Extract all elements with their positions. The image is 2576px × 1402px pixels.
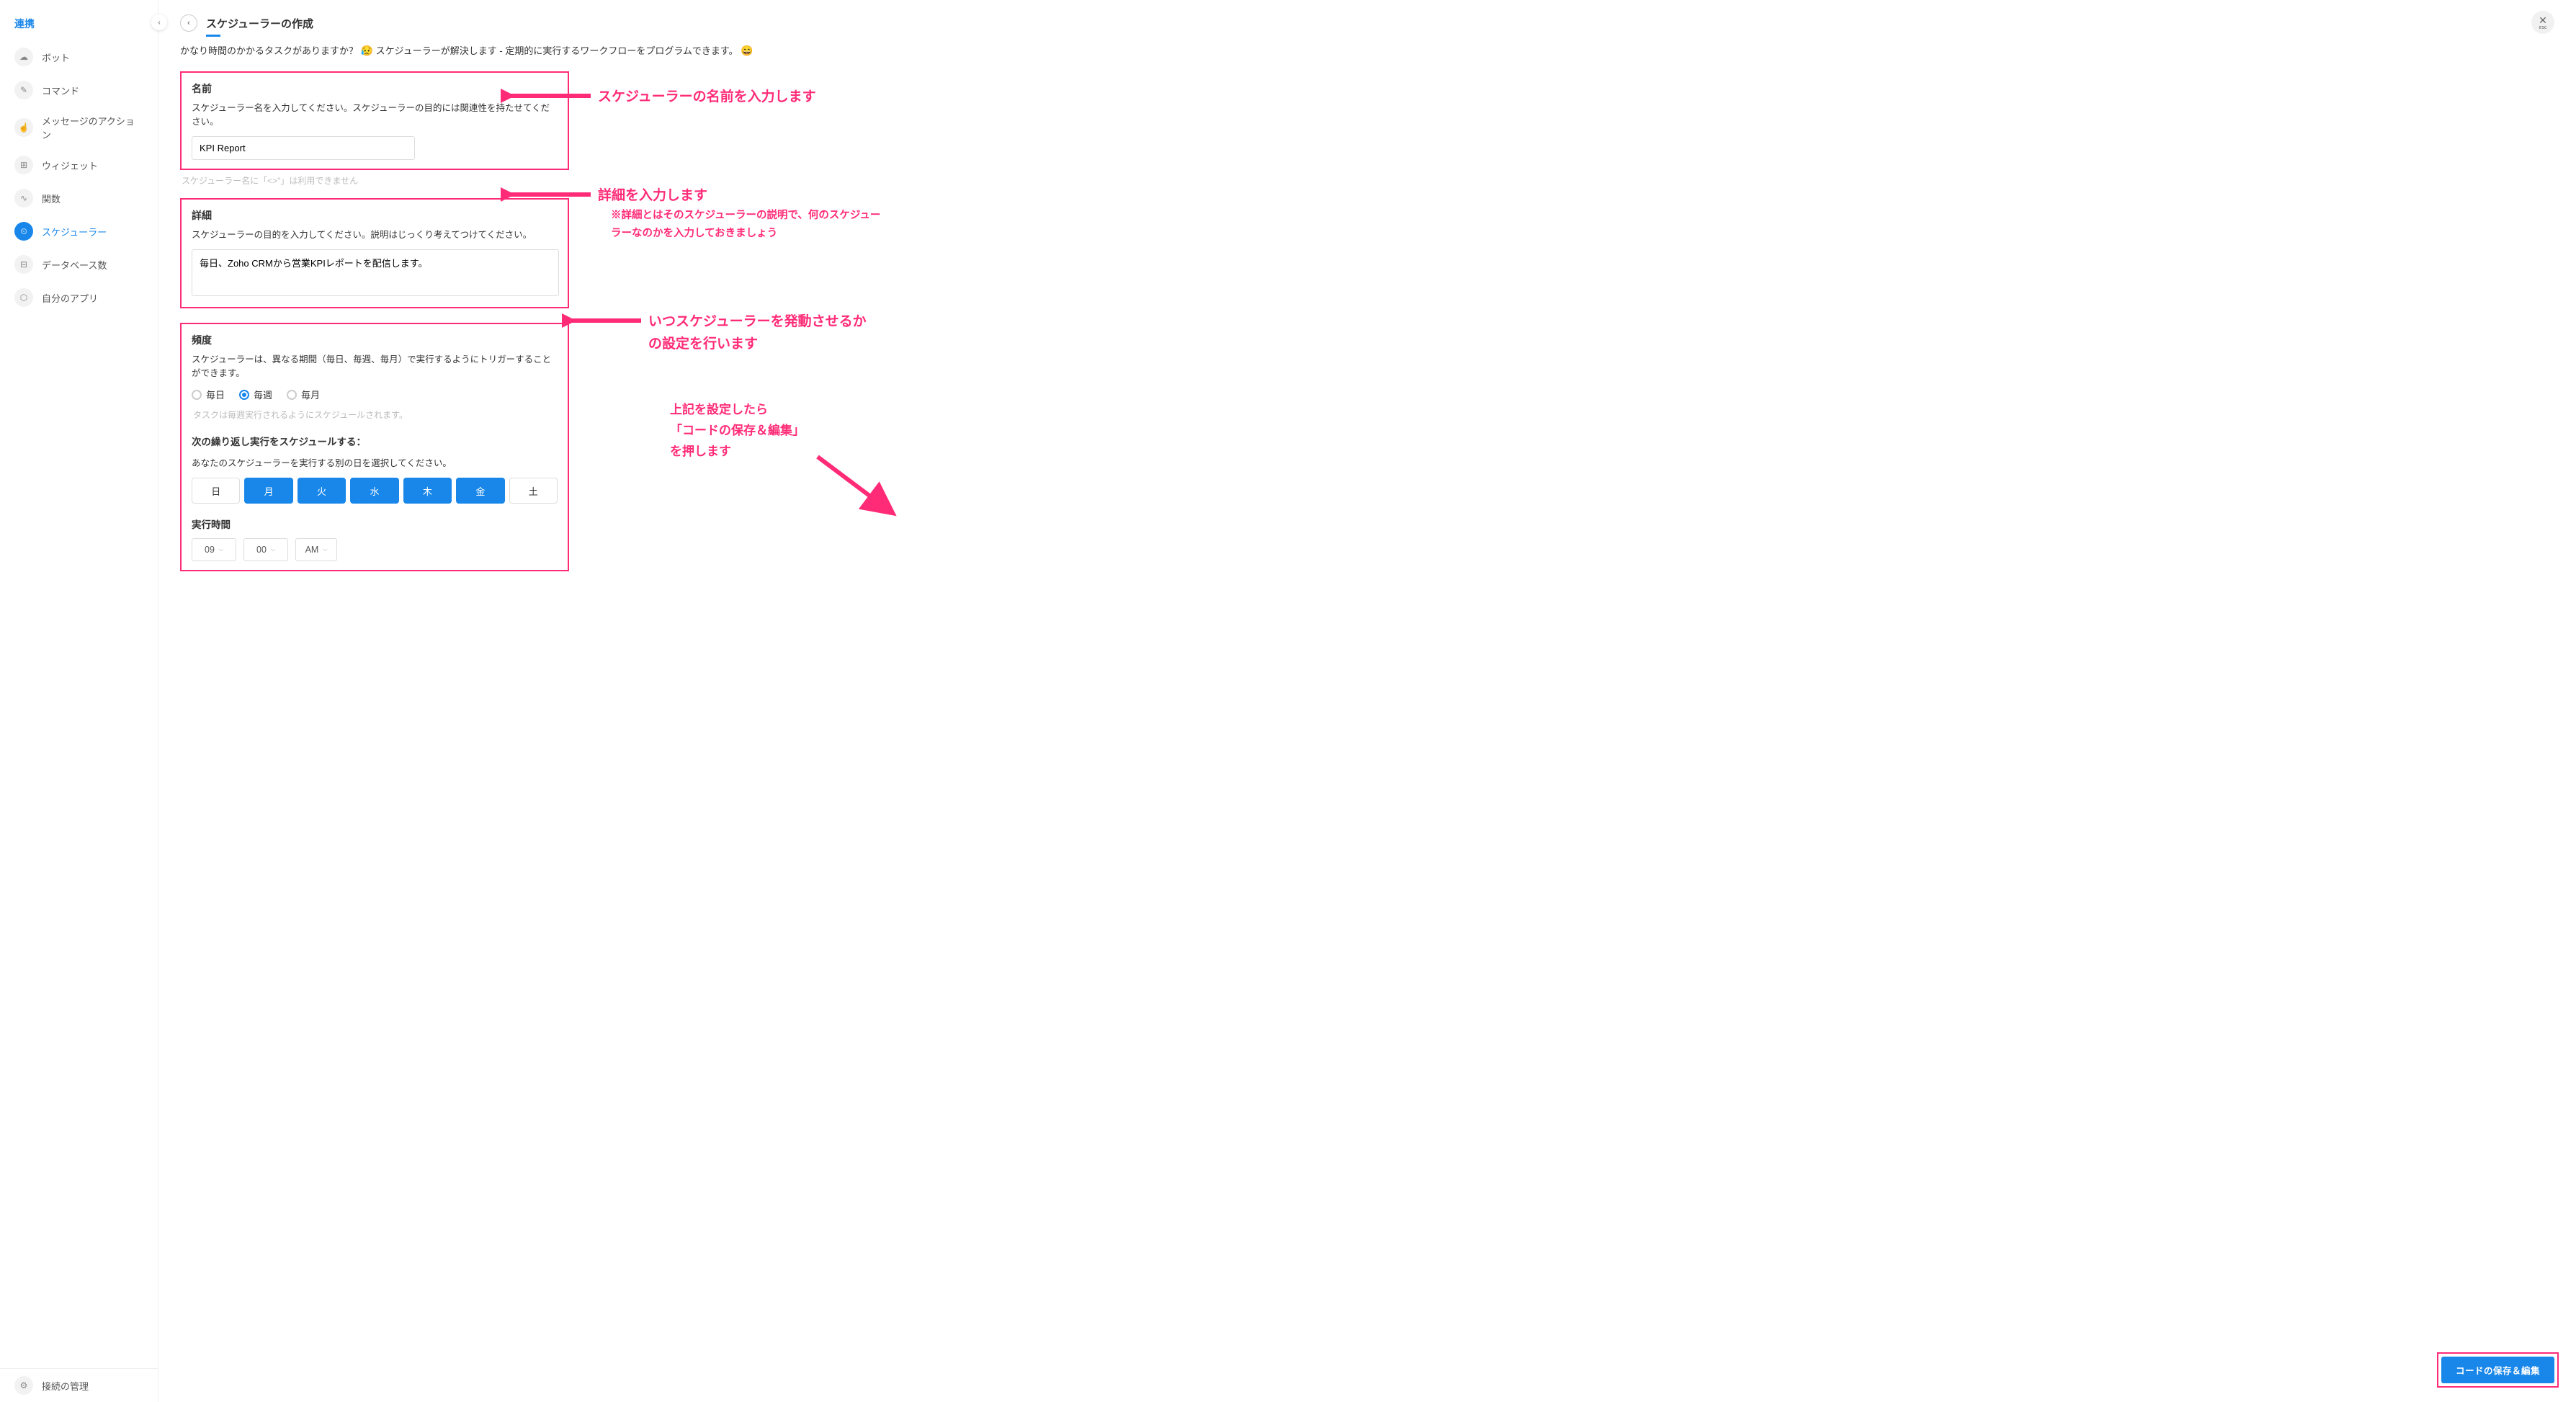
chevron-down-icon: ⌵ bbox=[271, 546, 275, 553]
name-input[interactable] bbox=[192, 136, 415, 160]
day-btn-金[interactable]: 金 bbox=[456, 478, 504, 504]
main-content: ✕ esc ‹ スケジューラーの作成 かなり時間のかかるタスクがありますか？ 😥… bbox=[158, 0, 2576, 1402]
arrow-icon bbox=[501, 87, 594, 104]
detail-textarea[interactable] bbox=[192, 249, 559, 296]
sidebar-icon: ⊟ bbox=[14, 255, 33, 274]
freq-radio-毎日[interactable]: 毎日 bbox=[192, 388, 225, 401]
day-btn-火[interactable]: 火 bbox=[298, 478, 346, 504]
sidebar-item-2[interactable]: ☝ メッセージのアクション bbox=[0, 107, 158, 148]
radio-icon bbox=[287, 390, 297, 400]
chevron-down-icon: ⌵ bbox=[323, 546, 327, 553]
freq-radio-group: 毎日 毎週 毎月 bbox=[192, 388, 558, 401]
day-selector: 日月火水木金土 bbox=[192, 478, 558, 504]
page-header: ‹ スケジューラーの作成 bbox=[180, 14, 2554, 32]
sidebar-title: 連携 bbox=[0, 11, 158, 37]
chevron-left-icon: ‹ bbox=[158, 19, 160, 27]
sidebar-item-3[interactable]: ⊞ ウィジェット bbox=[0, 148, 158, 182]
sidebar-item-label: 自分のアプリ bbox=[42, 291, 98, 305]
freq-hint: タスクは毎週実行されるようにスケジュールされます。 bbox=[192, 408, 558, 421]
day-btn-月[interactable]: 月 bbox=[244, 478, 292, 504]
sidebar-item-0[interactable]: ☁ ボット bbox=[0, 40, 158, 73]
day-btn-土[interactable]: 土 bbox=[509, 478, 558, 504]
repeat-label: 次の繰り返し実行をスケジュールする： bbox=[192, 434, 558, 448]
annotation-detail: 詳細を入力します ※詳細とはそのスケジューラーの説明で、何のスケジューラーなのか… bbox=[598, 184, 2554, 242]
detail-label: 詳細 bbox=[192, 208, 558, 223]
close-label: esc bbox=[2539, 25, 2547, 30]
page-title: スケジューラーの作成 bbox=[206, 16, 313, 31]
repeat-desc: あなたのスケジューラーを実行する別の日を選択してください。 bbox=[192, 455, 558, 469]
freq-desc: スケジューラーは、異なる期間（毎日、毎週、毎月）で実行するようにトリガーすること… bbox=[192, 352, 558, 379]
arrow-icon bbox=[814, 453, 900, 518]
sidebar-item-label: 接続の管理 bbox=[42, 1379, 89, 1393]
sidebar-connection-mgmt[interactable]: ⚙ 接続の管理 bbox=[0, 1369, 158, 1402]
sidebar-item-label: スケジューラー bbox=[42, 225, 107, 238]
sidebar-item-6[interactable]: ⊟ データベース数 bbox=[0, 248, 158, 281]
sidebar-icon: ✎ bbox=[14, 81, 33, 99]
sidebar-icon: ⊞ bbox=[14, 156, 33, 174]
freq-label: 頻度 bbox=[192, 333, 558, 347]
sidebar-icon: ⬡ bbox=[14, 288, 33, 307]
detail-desc: スケジューラーの目的を入力してください。説明はじっくり考えてつけてください。 bbox=[192, 227, 558, 241]
time-label: 実行時間 bbox=[192, 517, 558, 531]
sidebar-item-7[interactable]: ⬡ 自分のアプリ bbox=[0, 281, 158, 314]
sidebar-item-label: 関数 bbox=[42, 192, 61, 205]
sidebar-collapse-handle[interactable]: ‹ bbox=[151, 14, 167, 30]
emoji-happy-icon: 😄 bbox=[741, 45, 753, 56]
radio-icon bbox=[239, 390, 249, 400]
annotations: スケジューラーの名前を入力します 詳細を入力します ※詳細とはそのスケジューラー… bbox=[598, 71, 2554, 462]
sidebar-item-label: コマンド bbox=[42, 84, 79, 97]
sidebar-item-5[interactable]: ⏲ スケジューラー bbox=[0, 215, 158, 248]
close-button[interactable]: ✕ esc bbox=[2531, 11, 2554, 34]
emoji-sad-icon: 😥 bbox=[361, 45, 373, 56]
day-btn-水[interactable]: 水 bbox=[350, 478, 398, 504]
close-icon: ✕ bbox=[2539, 15, 2547, 25]
sidebar-item-label: メッセージのアクション bbox=[42, 114, 143, 141]
save-button-highlight: コードの保存＆編集 bbox=[2437, 1352, 2559, 1388]
frequency-section: 頻度 スケジューラーは、異なる期間（毎日、毎週、毎月）で実行するようにトリガーす… bbox=[180, 323, 569, 571]
chevron-down-icon: ⌵ bbox=[219, 546, 223, 553]
detail-section: 詳細 スケジューラーの目的を入力してください。説明はじっくり考えてつけてください… bbox=[180, 198, 569, 308]
sidebar-item-4[interactable]: ∿ 関数 bbox=[0, 182, 158, 215]
minute-select[interactable]: 00⌵ bbox=[243, 538, 288, 561]
save-edit-code-button[interactable]: コードの保存＆編集 bbox=[2441, 1357, 2554, 1383]
arrow-icon bbox=[501, 186, 594, 203]
arrow-icon bbox=[562, 312, 645, 329]
radio-icon bbox=[192, 390, 202, 400]
freq-radio-毎月[interactable]: 毎月 bbox=[287, 388, 320, 401]
sidebar-icon: ☝ bbox=[14, 118, 33, 137]
sidebar-item-label: ボット bbox=[42, 50, 70, 64]
gear-icon: ⚙ bbox=[14, 1376, 33, 1395]
sidebar-icon: ∿ bbox=[14, 189, 33, 207]
sidebar-item-label: データベース数 bbox=[42, 258, 107, 272]
freq-radio-毎週[interactable]: 毎週 bbox=[239, 388, 272, 401]
day-btn-日[interactable]: 日 bbox=[192, 478, 240, 504]
sidebar: 連携 ☁ ボット ✎ コマンド ☝ メッセージのアクション ⊞ ウィジェット ∿ 関数 ⏲ スケジュー… bbox=[0, 0, 158, 1402]
back-button[interactable]: ‹ bbox=[180, 14, 197, 32]
hour-select[interactable]: 09⌵ bbox=[192, 538, 236, 561]
annotation-freq: いつスケジューラーを発動させるか の設定を行います bbox=[648, 311, 2554, 352]
annotation-save: 上記を設定したら 「コードの保存＆編集」 を押します bbox=[670, 399, 2554, 459]
ampm-select[interactable]: AM⌵ bbox=[295, 538, 337, 561]
annotation-name: スケジューラーの名前を入力します bbox=[598, 86, 2554, 105]
sidebar-icon: ⏲ bbox=[14, 222, 33, 241]
name-section: 名前 スケジューラー名を入力してください。スケジューラーの目的には関連性を持たせ… bbox=[180, 71, 569, 170]
chevron-left-icon: ‹ bbox=[187, 19, 190, 27]
name-hint: スケジューラー名に「<>"」は利用できません bbox=[180, 174, 569, 187]
sidebar-item-label: ウィジェット bbox=[42, 158, 98, 172]
page-subtitle: かなり時間のかかるタスクがありますか？ 😥 スケジューラーが解決します - 定期… bbox=[180, 43, 2554, 57]
sidebar-icon: ☁ bbox=[14, 48, 33, 66]
day-btn-木[interactable]: 木 bbox=[403, 478, 452, 504]
sidebar-item-1[interactable]: ✎ コマンド bbox=[0, 73, 158, 107]
